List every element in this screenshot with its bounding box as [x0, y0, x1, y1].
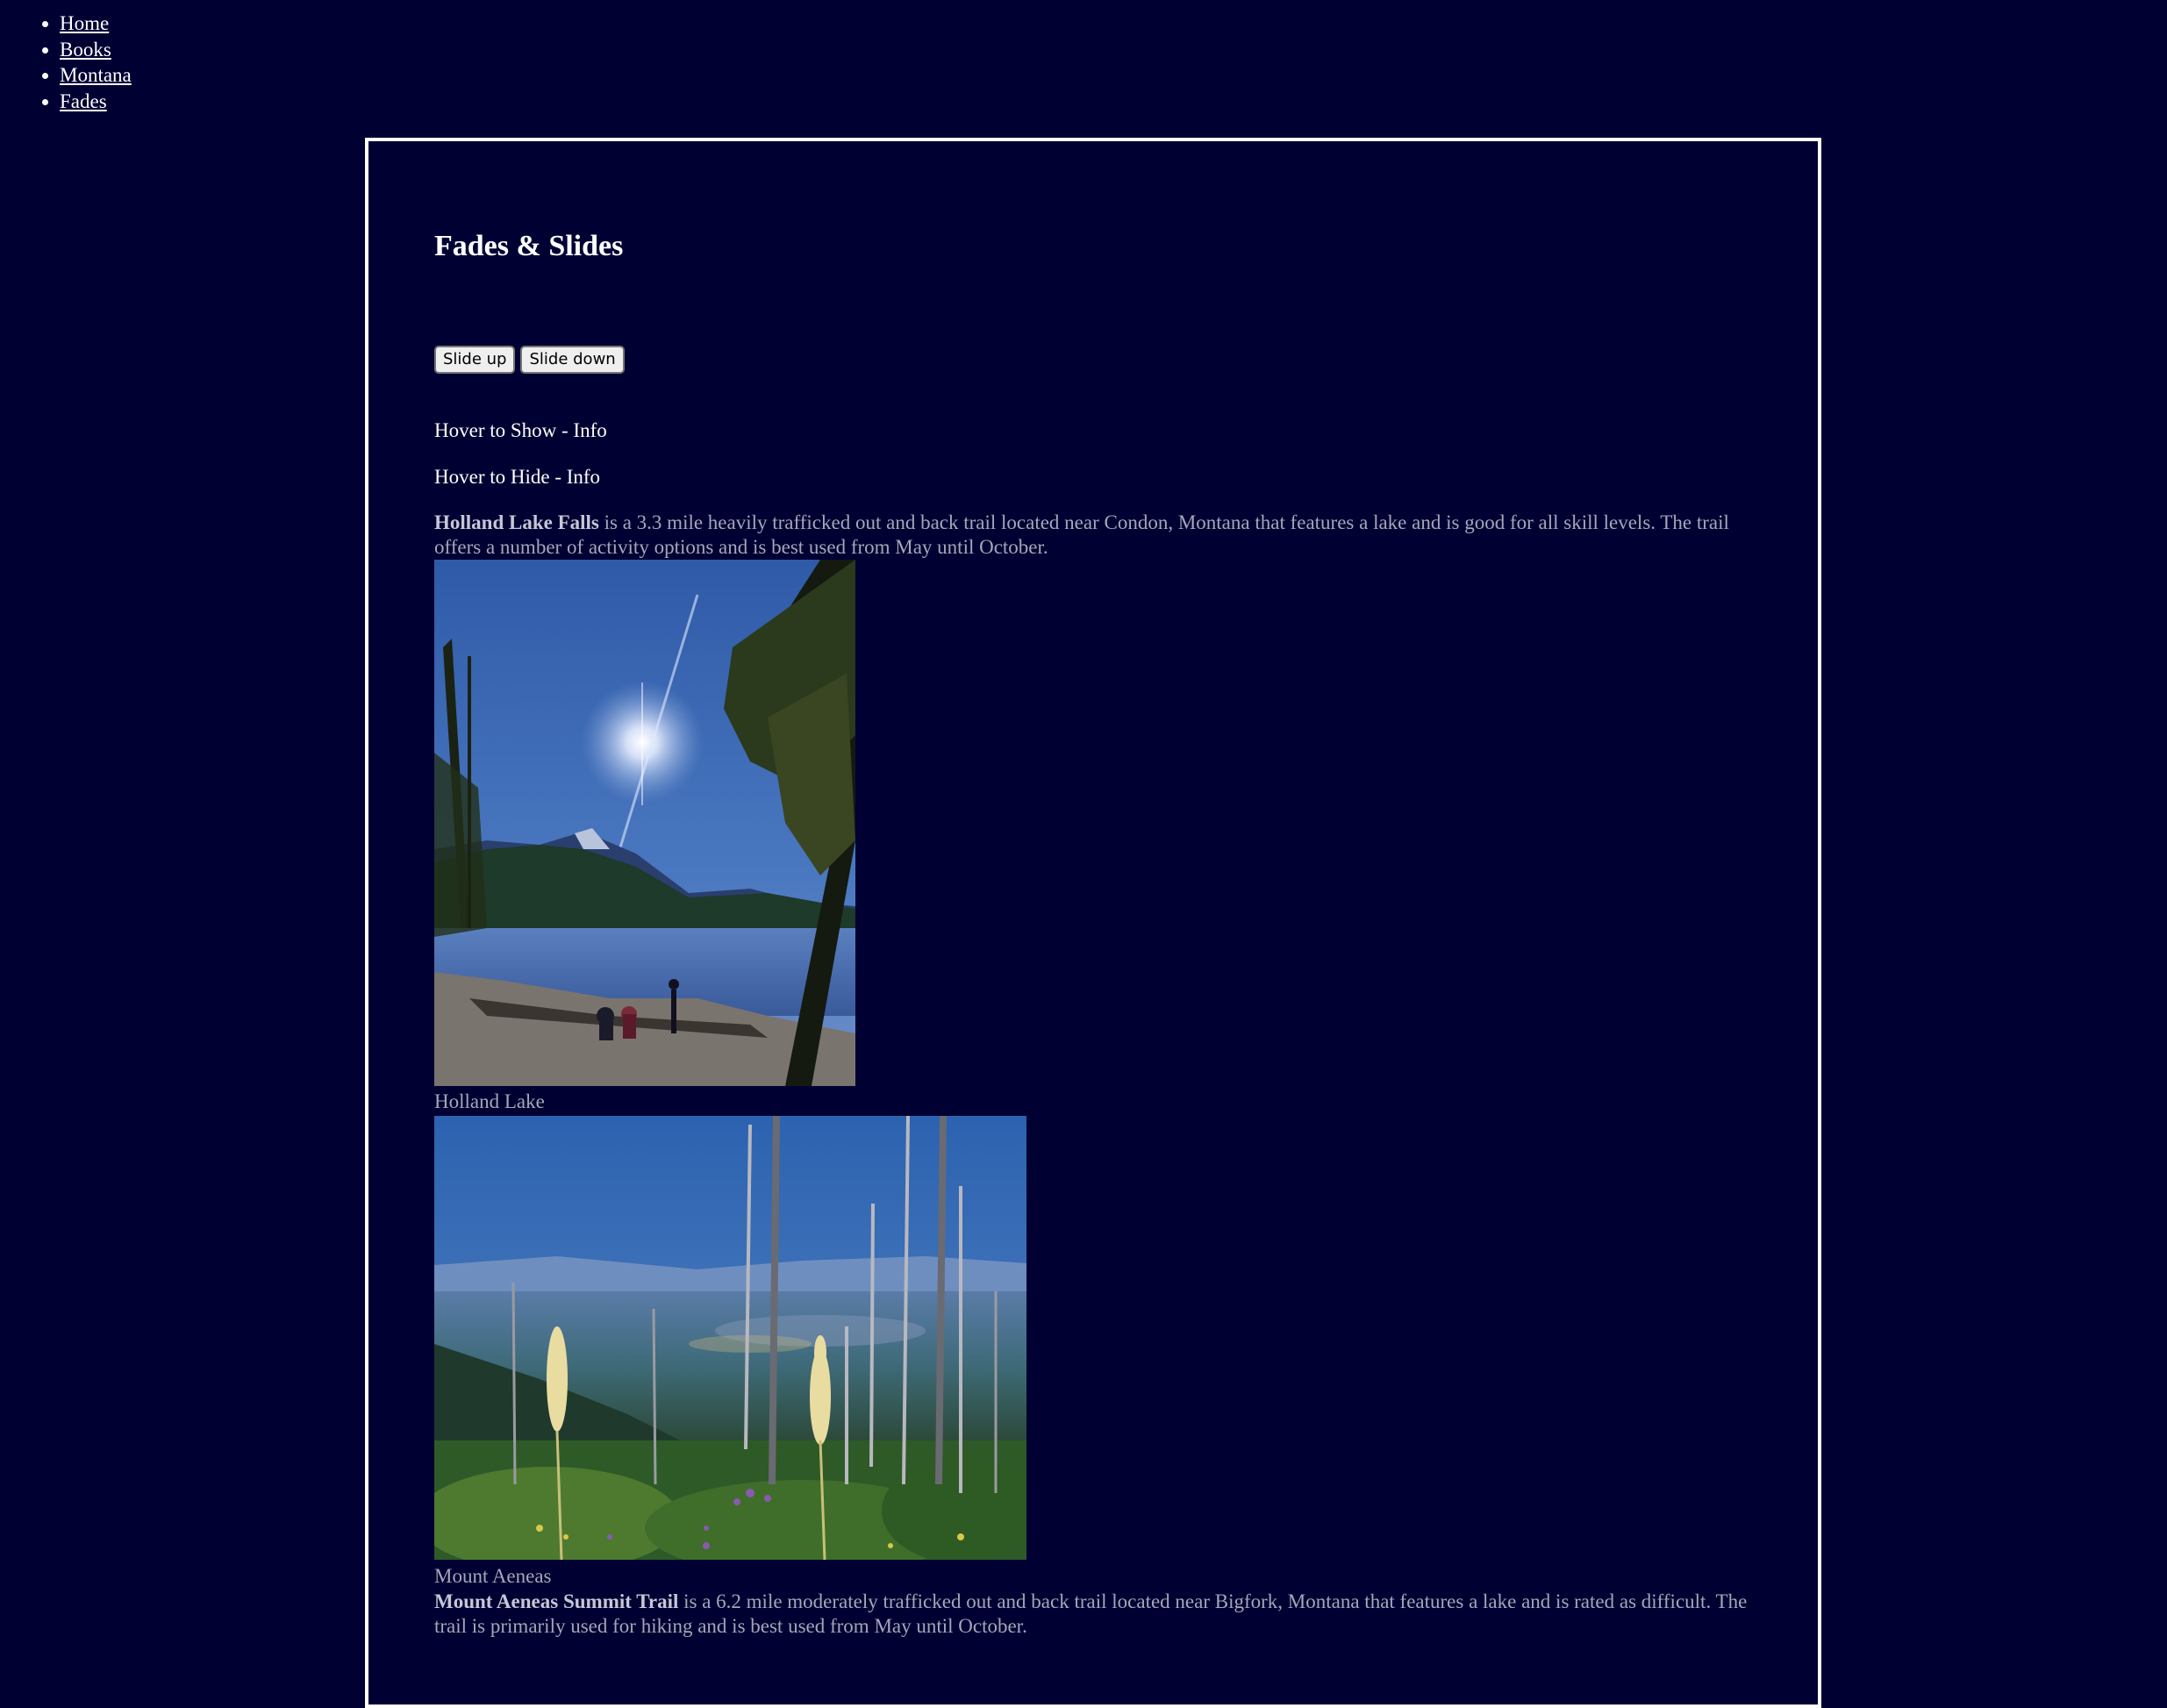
mount-aeneas-caption: Mount Aeneas: [434, 1565, 552, 1587]
hover-to-show-info[interactable]: Hover to Show - Info: [434, 419, 607, 442]
nav-link-fades[interactable]: Fades: [60, 90, 107, 112]
holland-trail-name: Holland Lake Falls: [434, 511, 599, 533]
nav-item-home: Home: [60, 11, 132, 37]
holland-description-text: is a 3.3 mile heavily trafficked out and…: [434, 511, 1729, 558]
nav-link-books[interactable]: Books: [60, 39, 111, 61]
slide-up-button[interactable]: Slide up: [434, 346, 516, 374]
nav-link-montana[interactable]: Montana: [60, 64, 132, 86]
aeneas-trail-name: Mount Aeneas Summit Trail: [434, 1590, 679, 1612]
top-nav: Home Books Montana Fades: [0, 11, 132, 114]
aeneas-description: Mount Aeneas Summit Trail is a 6.2 mile …: [434, 1590, 1759, 1639]
holland-description: Holland Lake Falls is a 3.3 mile heavily…: [434, 511, 1759, 560]
nav-link-home[interactable]: Home: [60, 12, 109, 34]
button-row: Slide up Slide down: [434, 346, 625, 374]
nav-item-fades: Fades: [60, 89, 132, 115]
nav-item-montana: Montana: [60, 62, 132, 89]
holland-lake-photo: [434, 560, 855, 1086]
page-title: Fades & Slides: [434, 230, 624, 262]
nav-item-books: Books: [60, 37, 132, 63]
hover-to-hide-info[interactable]: Hover to Hide - Info: [434, 466, 600, 489]
slide-down-button[interactable]: Slide down: [520, 346, 625, 374]
holland-lake-caption: Holland Lake: [434, 1090, 545, 1112]
mount-aeneas-photo: [434, 1116, 1026, 1560]
